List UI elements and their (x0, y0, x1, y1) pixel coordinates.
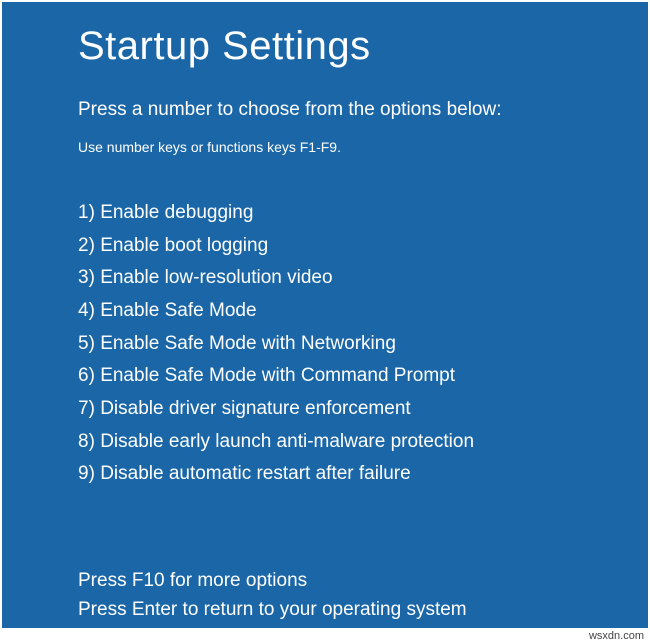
option-number: 8) (78, 431, 95, 452)
option-enable-safe-mode-command-prompt[interactable]: 6) Enable Safe Mode with Command Prompt (78, 360, 648, 393)
page-title: Startup Settings (78, 24, 648, 69)
return-text: Press Enter to return to your operating … (78, 596, 648, 625)
hint-text: Use number keys or functions keys F1-F9. (78, 139, 648, 155)
footer-instructions: Press F10 for more options Press Enter t… (78, 567, 648, 624)
option-number: 3) (78, 267, 95, 288)
option-number: 6) (78, 365, 95, 386)
subtitle-text: Press a number to choose from the option… (78, 99, 648, 121)
option-enable-safe-mode-networking[interactable]: 5) Enable Safe Mode with Networking (78, 328, 648, 361)
option-enable-low-resolution-video[interactable]: 3) Enable low-resolution video (78, 262, 648, 295)
option-label: Disable driver signature enforcement (100, 398, 411, 419)
option-number: 2) (78, 235, 95, 256)
option-label: Enable Safe Mode with Command Prompt (100, 365, 455, 386)
watermark-text: wsxdn.com (589, 630, 644, 642)
option-disable-driver-signature-enforcement[interactable]: 7) Disable driver signature enforcement (78, 393, 648, 426)
option-disable-early-launch-anti-malware[interactable]: 8) Disable early launch anti-malware pro… (78, 426, 648, 459)
option-label: Enable boot logging (100, 235, 268, 256)
option-enable-safe-mode[interactable]: 4) Enable Safe Mode (78, 295, 648, 328)
option-enable-boot-logging[interactable]: 2) Enable boot logging (78, 230, 648, 263)
option-disable-automatic-restart[interactable]: 9) Disable automatic restart after failu… (78, 458, 648, 491)
option-label: Enable Safe Mode (100, 300, 256, 321)
startup-settings-screen: Startup Settings Press a number to choos… (2, 2, 648, 628)
option-number: 9) (78, 463, 95, 484)
option-enable-debugging[interactable]: 1) Enable debugging (78, 197, 648, 230)
option-label: Enable low-resolution video (100, 267, 332, 288)
option-label: Enable Safe Mode with Networking (100, 333, 396, 354)
option-number: 1) (78, 202, 95, 223)
option-number: 4) (78, 300, 95, 321)
option-label: Disable early launch anti-malware protec… (100, 431, 474, 452)
options-list: 1) Enable debugging 2) Enable boot loggi… (78, 197, 648, 491)
option-number: 5) (78, 333, 95, 354)
option-label: Enable debugging (100, 202, 253, 223)
more-options-text: Press F10 for more options (78, 567, 648, 596)
option-number: 7) (78, 398, 95, 419)
option-label: Disable automatic restart after failure (100, 463, 410, 484)
